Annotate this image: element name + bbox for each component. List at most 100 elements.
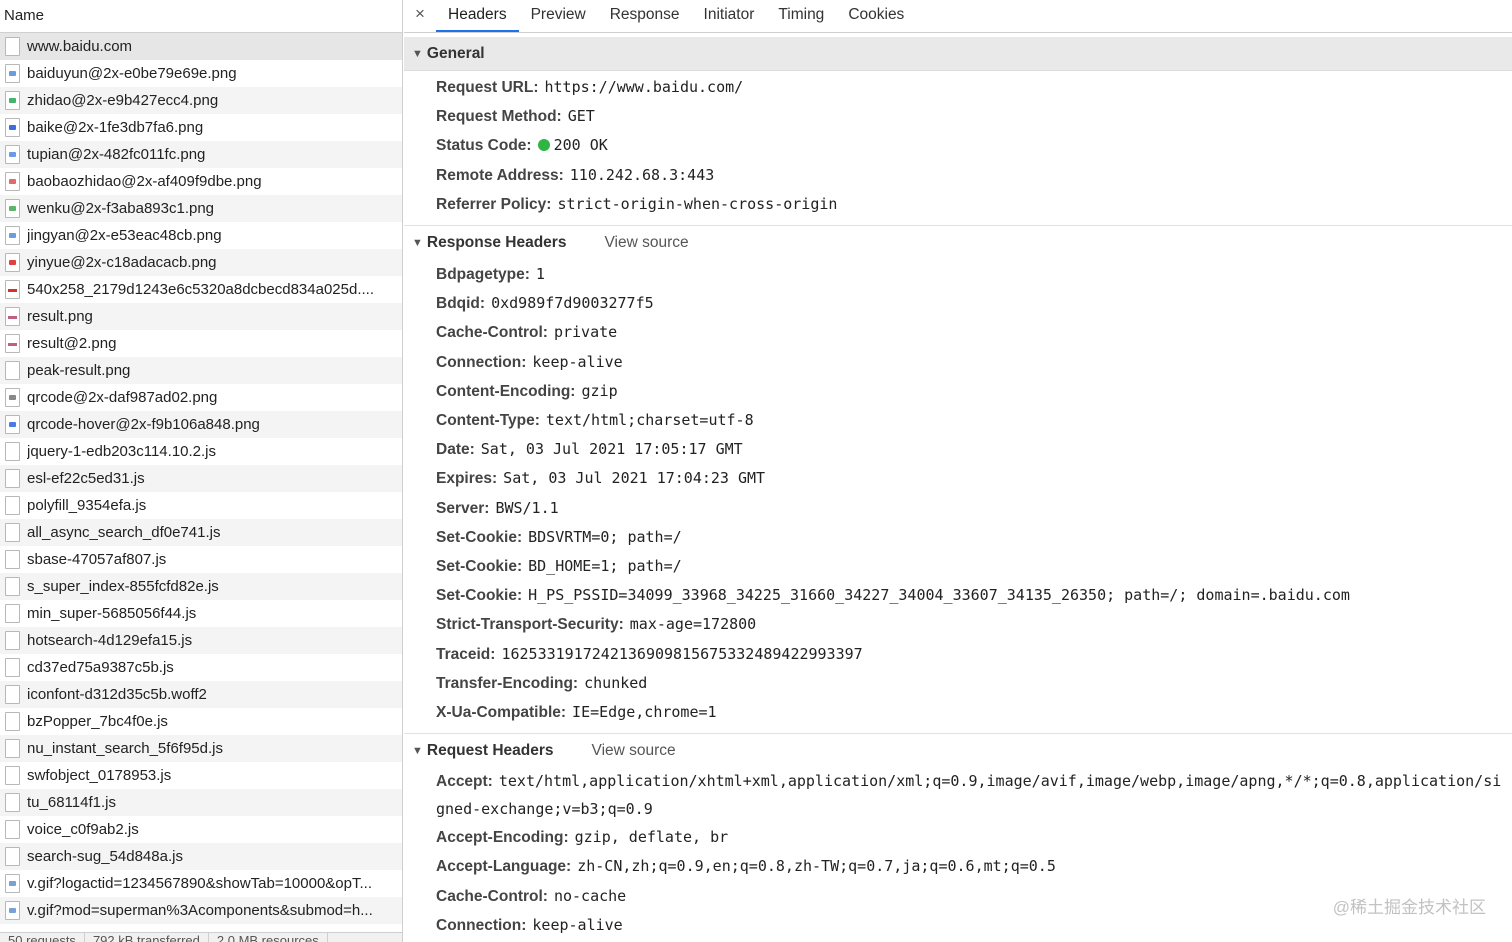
request-row[interactable]: zhidao@2x-e9b427ecc4.png xyxy=(0,87,402,114)
request-row[interactable]: tu_68114f1.js xyxy=(0,789,402,816)
general-toggle[interactable]: ▼ General xyxy=(404,37,1512,71)
header-row: Set-Cookie: BD_HOME=1; path=/ xyxy=(404,552,1512,581)
gif-icon xyxy=(5,874,20,893)
header-key: Strict-Transport-Security: xyxy=(436,616,624,634)
status-bar: 50 requests 792 kB transferred 2.0 MB reso… xyxy=(0,932,402,942)
response-view-source-link[interactable]: View source xyxy=(604,234,688,252)
request-row[interactable]: 540x258_2179d1243e6c5320a8dcbecd834a025d… xyxy=(0,276,402,303)
request-row[interactable]: www.baidu.com xyxy=(0,33,402,60)
request-row[interactable]: yinyue@2x-c18adacacb.png xyxy=(0,249,402,276)
header-value: keep-alive xyxy=(532,915,623,934)
request-row[interactable]: hotsearch-4d129efa15.js xyxy=(0,627,402,654)
image-icon xyxy=(5,280,20,299)
request-count: 50 requests xyxy=(0,933,85,942)
header-value: 110.242.68.3:443 xyxy=(569,165,715,184)
request-list-panel: Name www.baidu.com baiduyun@2x-e0be79e69e… xyxy=(0,0,403,942)
request-row[interactable]: s_super_index-855fcfd82e.js xyxy=(0,573,402,600)
header-key: Accept-Encoding: xyxy=(436,829,569,847)
tab-cookies[interactable]: Cookies xyxy=(836,0,916,32)
header-row: Transfer-Encoding: chunked xyxy=(404,669,1512,698)
header-row: Strict-Transport-Security: max-age=172800 xyxy=(404,610,1512,639)
request-row[interactable]: search-sug_54d848a.js xyxy=(0,843,402,870)
request-name: www.baidu.com xyxy=(27,38,133,55)
tab-headers[interactable]: Headers xyxy=(436,0,519,32)
header-key: Accept: xyxy=(436,773,493,791)
header-value: BDSVRTM=0; path=/ xyxy=(528,527,682,546)
transferred-size: 792 kB transferred xyxy=(85,933,209,942)
header-value: H_PS_PSSID=34099_33968_34225_31660_34227… xyxy=(528,586,1350,605)
request-row[interactable]: polyfill_9354efa.js xyxy=(0,492,402,519)
header-value: 0xd989f7d9003277f5 xyxy=(491,294,654,313)
request-row[interactable]: cd37ed75a9387c5b.js xyxy=(0,654,402,681)
header-key: X-Ua-Compatible: xyxy=(436,704,567,722)
request-row[interactable]: voice_c0f9ab2.js xyxy=(0,816,402,843)
request-row[interactable]: swfobject_0178953.js xyxy=(0,762,402,789)
script-icon xyxy=(5,550,20,569)
request-name: jingyan@2x-e53eac48cb.png xyxy=(27,227,222,244)
request-row[interactable]: jingyan@2x-e53eac48cb.png xyxy=(0,222,402,249)
triangle-down-icon: ▼ xyxy=(412,745,423,758)
header-value: no-cache xyxy=(553,886,627,905)
tab-response[interactable]: Response xyxy=(598,0,692,32)
request-row[interactable]: qrcode-hover@2x-f9b106a848.png xyxy=(0,411,402,438)
header-key: Traceid: xyxy=(436,645,496,663)
tab-preview[interactable]: Preview xyxy=(519,0,598,32)
request-row[interactable]: sbase-47057af807.js xyxy=(0,546,402,573)
request-headers-toggle[interactable]: ▼ Request Headers View source xyxy=(404,734,1512,768)
request-row[interactable]: v.gif?mod=superman%3Acomponents&submod=h… xyxy=(0,897,402,924)
header-value: strict-origin-when-cross-origin xyxy=(557,194,838,213)
request-row[interactable]: v.gif?logactid=1234567890&showTab=10000&… xyxy=(0,870,402,897)
close-icon[interactable]: × xyxy=(404,0,436,32)
request-row[interactable]: baiduyun@2x-e0be79e69e.png xyxy=(0,60,402,87)
header-value: gzip, deflate, br xyxy=(574,828,729,847)
request-row[interactable]: wenku@2x-f3aba893c1.png xyxy=(0,195,402,222)
request-row[interactable]: esl-ef22c5ed31.js xyxy=(0,465,402,492)
response-headers-toggle[interactable]: ▼ Response Headers View source xyxy=(404,226,1512,260)
request-row[interactable]: baike@2x-1fe3db7fa6.png xyxy=(0,114,402,141)
header-value: BD_HOME=1; path=/ xyxy=(528,557,682,576)
request-row[interactable]: bzPopper_7bc4f0e.js xyxy=(0,708,402,735)
script-icon xyxy=(5,469,20,488)
header-value: GET xyxy=(567,107,595,126)
request-name: v.gif?logactid=1234567890&showTab=10000&… xyxy=(27,875,372,892)
request-row[interactable]: all_async_search_df0e741.js xyxy=(0,519,402,546)
script-icon xyxy=(5,712,20,731)
script-icon xyxy=(5,847,20,866)
request-row[interactable]: iconfont-d312d35c5b.woff2 xyxy=(0,681,402,708)
header-key: Set-Cookie: xyxy=(436,558,523,576)
request-name: baiduyun@2x-e0be79e69e.png xyxy=(27,65,237,82)
request-view-source-link[interactable]: View source xyxy=(592,742,676,760)
request-row[interactable]: nu_instant_search_5f6f95d.js xyxy=(0,735,402,762)
script-icon xyxy=(5,442,20,461)
header-key: Referrer Policy: xyxy=(436,195,552,213)
request-row[interactable]: min_super-5685056f44.js xyxy=(0,600,402,627)
details-panel: × Headers Preview Response Initiator Tim… xyxy=(404,0,1512,942)
header-key: Server: xyxy=(436,499,490,517)
header-value: gzip xyxy=(581,381,618,400)
image-icon xyxy=(5,334,20,353)
request-row[interactable]: peak-result.png xyxy=(0,357,402,384)
request-row[interactable]: jquery-1-edb203c114.10.2.js xyxy=(0,438,402,465)
request-row[interactable]: result.png xyxy=(0,303,402,330)
header-row: Traceid: 16253319172421369098156753324894… xyxy=(404,640,1512,669)
tab-initiator[interactable]: Initiator xyxy=(692,0,767,32)
header-key: Accept-Language: xyxy=(436,858,572,876)
header-value: BWS/1.1 xyxy=(495,498,559,517)
request-row[interactable]: tupian@2x-482fc011fc.png xyxy=(0,141,402,168)
header-row: Request Method: GET xyxy=(404,102,1512,131)
request-name: tupian@2x-482fc011fc.png xyxy=(27,146,206,163)
header-key: Status Code: xyxy=(436,137,532,155)
header-value: 200 OK xyxy=(553,136,608,155)
request-row[interactable]: result@2.png xyxy=(0,330,402,357)
triangle-down-icon: ▼ xyxy=(412,237,423,250)
header-row: Status Code: 200 OK xyxy=(404,131,1512,160)
header-key: Set-Cookie: xyxy=(436,587,523,605)
image-icon xyxy=(5,415,20,434)
request-row[interactable]: qrcode@2x-daf987ad02.png xyxy=(0,384,402,411)
request-name: tu_68114f1.js xyxy=(27,794,116,811)
tab-timing[interactable]: Timing xyxy=(766,0,836,32)
triangle-down-icon: ▼ xyxy=(412,47,423,60)
request-row[interactable]: baobaozhidao@2x-af409f9dbe.png xyxy=(0,168,402,195)
name-column-header[interactable]: Name xyxy=(0,0,402,33)
header-key: Bdpagetype: xyxy=(436,266,530,284)
